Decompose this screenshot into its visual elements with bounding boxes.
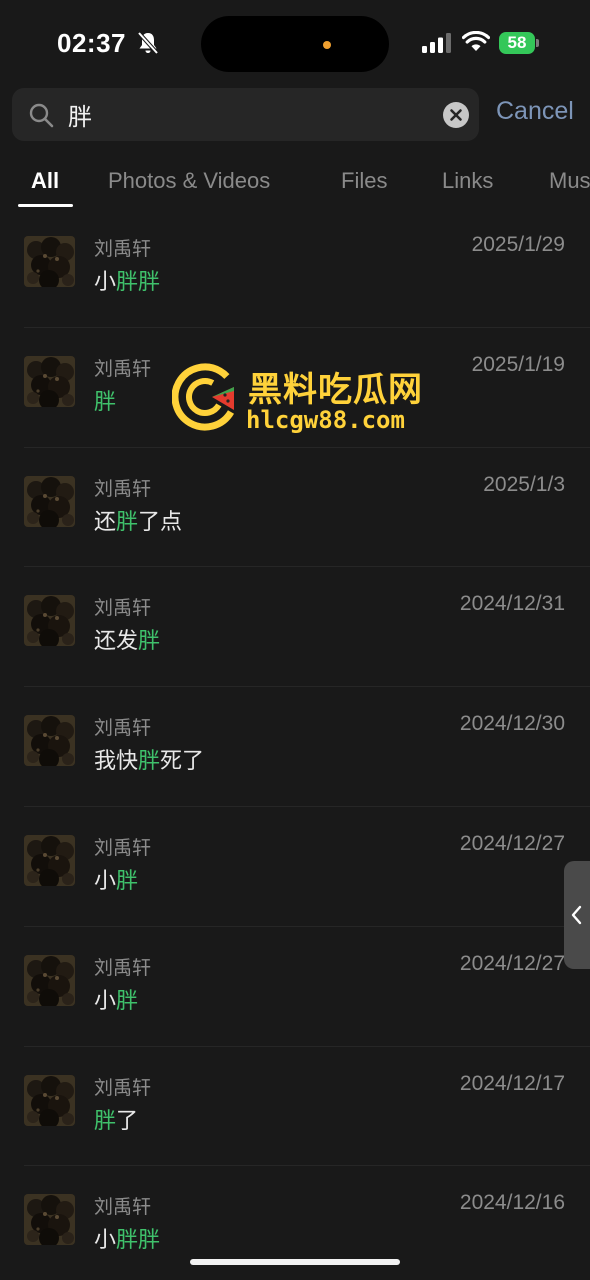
home-indicator [190,1259,400,1265]
sender-name: 刘禹轩 [94,956,152,979]
dynamic-island [201,16,389,72]
avatar [24,355,75,407]
message-date: 2025/1/29 [471,233,565,256]
message-date: 2024/12/30 [459,712,565,736]
avatar [24,1194,75,1246]
message-preview: 胖 [94,384,116,416]
cellular-signal-icon [422,33,451,53]
search-match-highlight: 胖 [116,988,139,1014]
search-bar[interactable] [12,88,479,141]
search-match-highlight: 胖 [138,629,161,655]
sender-name: 刘禹轩 [94,597,152,620]
message-preview: 小胖 [94,868,139,894]
sender-name: 刘禹轩 [94,1076,152,1099]
avatar [24,715,75,767]
search-input[interactable] [68,88,428,141]
search-match-highlight: 胖 [94,1108,117,1134]
battery-indicator: 58 [499,32,541,54]
message-date: 2024/12/17 [459,1071,565,1095]
sender-name: 刘禹轩 [94,238,152,260]
avatar [24,834,75,886]
watermark-overlay: 黑料吃瓜网 hlcgw88.com [172,362,442,434]
message-date: 2024/12/27 [459,951,565,975]
message-preview: 还发胖 [94,629,161,655]
side-panel-handle[interactable] [564,861,590,969]
search-match-highlight: 胖 [94,389,117,415]
search-result-item[interactable]: 刘禹轩 2024/12/17 胖了 [0,1047,590,1167]
watermark-title: 黑料吃瓜网 [248,370,423,410]
watermark-logo-icon [172,363,239,431]
search-result-item[interactable]: 刘禹轩 2025/1/29 小胖胖 [0,208,590,328]
search-result-item[interactable]: 刘禹轩 2024/12/30 我快胖死了 [0,687,590,807]
search-result-item[interactable]: 刘禹轩 2024/12/31 还发胖 [0,567,590,688]
sender-name: 刘禹轩 [94,836,152,859]
message-preview: 小胖胖 [94,1228,161,1254]
search-match-highlight: 胖 [116,868,139,894]
sender-name: 刘禹轩 [94,477,152,500]
tab-all[interactable]: All [31,168,59,194]
tab-files[interactable]: Files [341,168,387,194]
wifi-icon [462,31,490,51]
search-match-highlight: 胖 [116,1228,139,1254]
watermark-url: hlcgw88.com [246,406,405,434]
search-result-item[interactable]: 刘禹轩 2025/1/3 还胖了点 [0,448,590,568]
search-result-item[interactable]: 刘禹轩 2024/12/27 小胖 [0,807,590,927]
message-preview: 我快胖死了 [94,749,205,775]
cancel-button[interactable]: Cancel [496,97,574,126]
search-match-highlight: 胖 [138,270,161,295]
message-preview: 胖了 [94,1108,139,1134]
status-bar: 02:37 58 [0,0,590,84]
sender-name: 刘禹轩 [94,357,152,380]
avatar [24,954,75,1006]
message-date: 2024/12/16 [459,1191,565,1215]
tab-photos-videos[interactable]: Photos & Videos [108,168,270,194]
status-time: 02:37 [57,28,126,58]
message-date: 2025/1/19 [471,352,565,376]
message-date: 2025/1/3 [483,472,565,496]
active-tab-indicator [18,204,73,207]
avatar [24,595,75,647]
message-date: 2024/12/31 [459,592,565,616]
search-result-item[interactable]: 刘禹轩 2024/12/27 小胖 [0,927,590,1047]
bell-muted-icon [137,31,159,55]
clear-search-icon[interactable] [443,102,469,128]
sender-name: 刘禹轩 [94,1196,152,1219]
search-match-highlight: 胖 [138,1228,161,1254]
chevron-left-icon [571,905,582,925]
search-match-highlight: 胖 [116,270,139,295]
message-date: 2024/12/27 [459,831,565,855]
avatar [24,475,75,527]
privacy-indicator-dot [323,41,331,49]
battery-level: 58 [507,33,527,52]
search-match-highlight: 胖 [138,749,161,775]
tab-links[interactable]: Links [442,168,493,194]
avatar [24,1074,75,1126]
filter-tabs: All Photos & Videos Files Links Mus [0,160,590,208]
message-preview: 还胖了点 [94,509,183,535]
search-match-highlight: 胖 [116,509,139,535]
search-icon [29,103,54,128]
sender-name: 刘禹轩 [94,717,152,740]
message-preview: 小胖 [94,988,139,1014]
tab-music[interactable]: Mus [549,168,590,194]
message-preview: 小胖胖 [94,270,161,295]
avatar [24,236,75,287]
